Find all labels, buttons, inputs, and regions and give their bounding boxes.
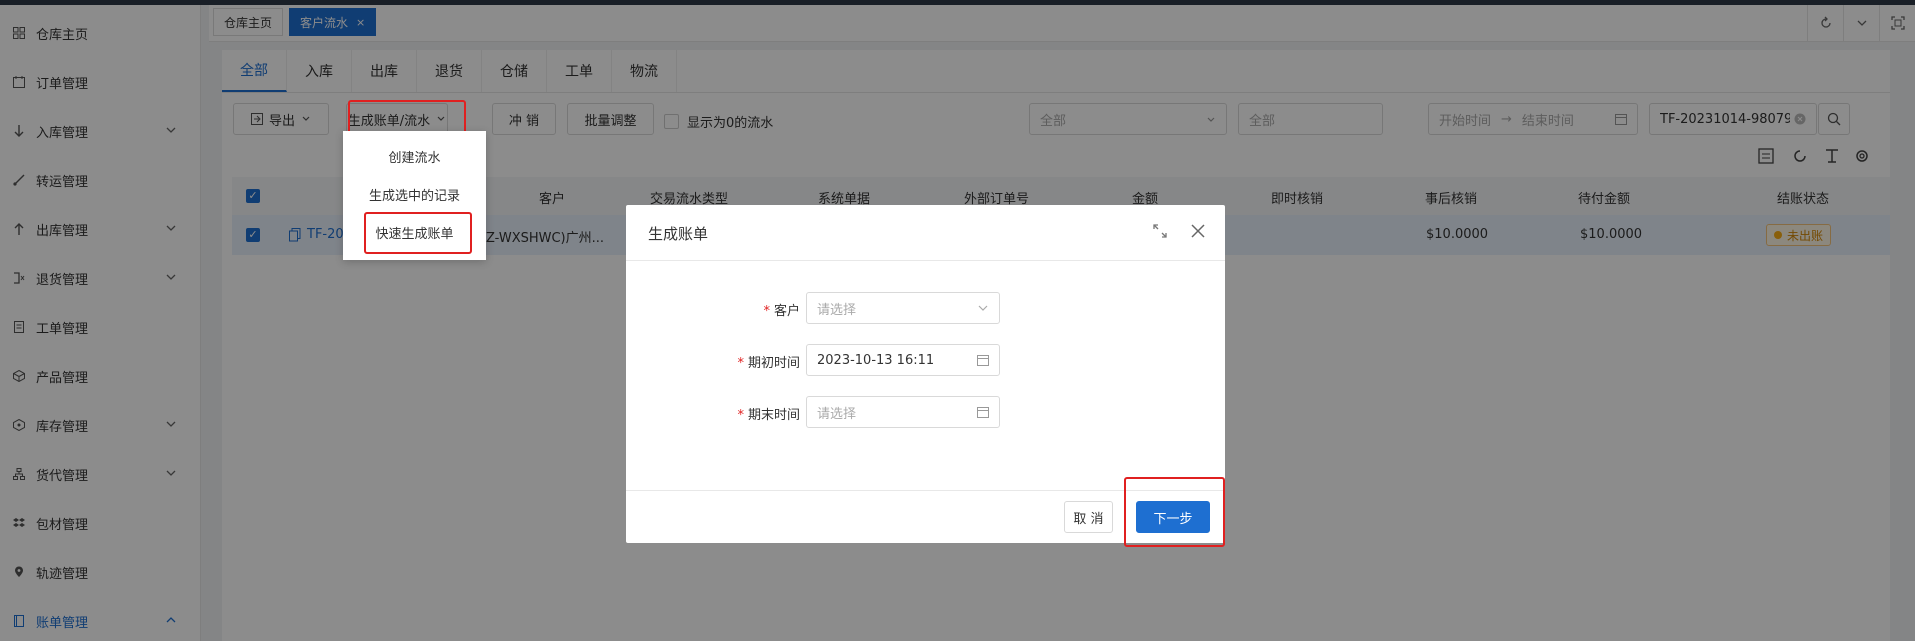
menu-item-create-flow[interactable]: 创建流水 (343, 138, 486, 174)
required-mark: * (737, 408, 744, 423)
modal-title: 生成账单 (648, 225, 709, 243)
customer-select[interactable]: 请选择 (806, 292, 1000, 324)
form-row-customer: * 客户 请选择 (626, 292, 1225, 324)
next-step-label: 下一步 (1153, 511, 1193, 527)
next-step-button[interactable]: 下一步 (1136, 501, 1210, 533)
form-row-start-time: * 期初时间 2023-10-13 16:11 (626, 344, 1225, 376)
start-time-label-text: 期初时间 (747, 356, 800, 371)
generate-dropdown-menu: 创建流水 生成选中的记录 快速生成账单 (343, 131, 486, 260)
close-icon[interactable] (1191, 224, 1205, 238)
cancel-label: 取 消 (1073, 511, 1104, 527)
cancel-button[interactable]: 取 消 (1064, 501, 1113, 533)
start-time-label: * 期初时间 (737, 352, 800, 371)
modal-footer-divider (626, 490, 1225, 491)
calendar-icon (977, 355, 989, 366)
required-mark: * (737, 356, 744, 371)
generate-bill-modal: 生成账单 * 客户 请选择 * 期初时间 2023-10-13 16:11 * 期末时… (626, 205, 1225, 543)
customer-label: * 客户 (763, 300, 800, 319)
end-time-picker[interactable]: 请选择 (806, 396, 1000, 428)
customer-label-text: 客户 (773, 304, 800, 319)
modal-header-divider (626, 260, 1225, 261)
start-time-picker[interactable]: 2023-10-13 16:11 (806, 344, 1000, 376)
end-time-label-text: 期末时间 (747, 408, 800, 423)
start-time-value: 2023-10-13 16:11 (817, 352, 935, 368)
end-time-placeholder: 请选择 (817, 406, 857, 422)
customer-select-placeholder: 请选择 (817, 302, 857, 318)
menu-item-generate-selected[interactable]: 生成选中的记录 (343, 176, 486, 212)
end-time-label: * 期末时间 (737, 404, 800, 423)
expand-icon[interactable] (1153, 224, 1167, 238)
chevron-down-icon (978, 305, 988, 311)
form-row-end-time: * 期末时间 请选择 (626, 396, 1225, 428)
required-mark: * (763, 304, 770, 319)
menu-item-quick-generate-bill[interactable]: 快速生成账单 (343, 214, 486, 250)
calendar-icon (977, 407, 989, 418)
